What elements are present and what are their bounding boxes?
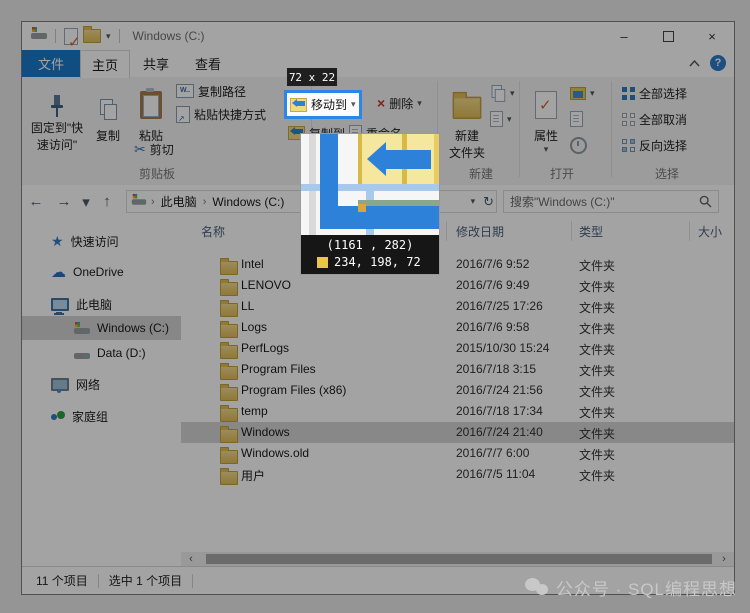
magnifier-preview <box>301 134 439 235</box>
capture-magnifier: (1161 , 282) 234, 198, 72 <box>300 133 440 275</box>
wechat-icon <box>525 578 549 598</box>
watermark: 公众号 · SQL编程思想 <box>525 575 737 600</box>
pixel-coordinates: (1161 , 282) <box>301 235 439 252</box>
rgb-value: 234, 198, 72 <box>334 255 421 269</box>
screen-dim-overlay <box>0 0 750 613</box>
move-to-button[interactable]: 移动到 ▾ <box>284 90 362 119</box>
move-to-icon <box>290 98 307 112</box>
move-to-caret-icon: ▾ <box>351 99 356 110</box>
magnified-arrow-icon <box>367 142 386 176</box>
capture-size-tooltip: 72 x 22 <box>287 68 337 86</box>
magnifier-info: (1161 , 282) 234, 198, 72 <box>301 235 439 274</box>
color-swatch <box>317 257 328 268</box>
watermark-text: 公众号 · SQL编程思想 <box>556 575 737 600</box>
